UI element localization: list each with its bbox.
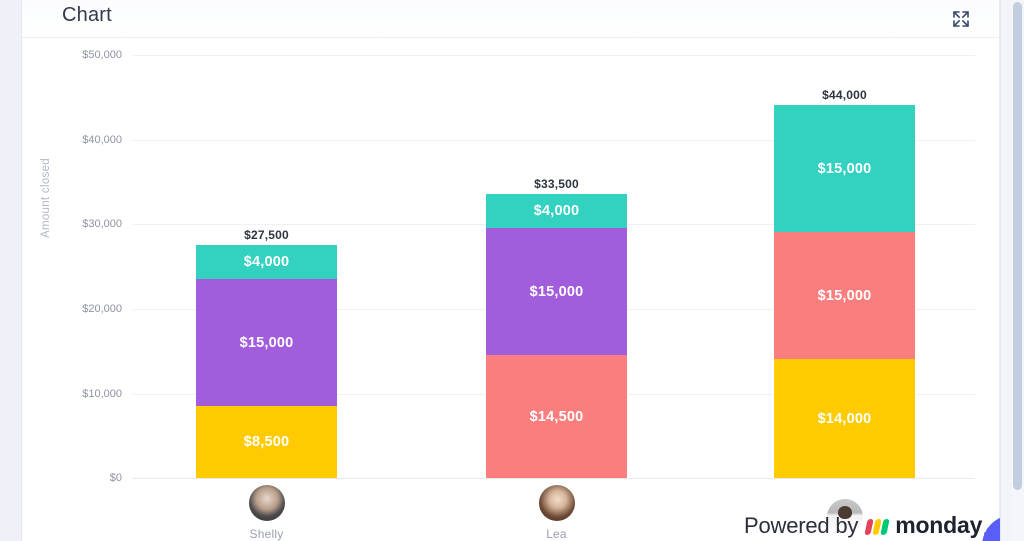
bar-segment-1-0[interactable]: $14,500 [486, 355, 627, 478]
bar-segment-2-1[interactable]: $15,000 [774, 232, 915, 359]
x-axis-category-0[interactable]: Shelly [196, 485, 337, 541]
x-axis-category-1[interactable]: Lea [486, 485, 627, 541]
avatar-lea[interactable] [538, 485, 575, 521]
bar-segment-0-2[interactable]: $4,000 [196, 245, 337, 279]
bar-group-1[interactable]: $33,500 $4,000 $15,000 $14,500 [486, 177, 627, 478]
bar-segment-2-2[interactable]: $15,000 [774, 105, 915, 232]
bar-segment-0-1[interactable]: $15,000 [196, 279, 337, 406]
chart-card: Chart Amount closed $50,000 $40,000 $30,… [22, 0, 1000, 541]
watermark-brand: monday [895, 512, 983, 538]
bar-segment-1-1[interactable]: $15,000 [486, 228, 627, 355]
page-title: Chart [62, 4, 112, 26]
bar-total-label-2: $44,000 [822, 88, 867, 102]
avatar-shelly[interactable] [248, 485, 285, 521]
bars-layer: $27,500 $4,000 $15,000 $8,500 $33,500 $4… [22, 38, 1000, 541]
bar-stack-0[interactable]: $4,000 $15,000 $8,500 [196, 245, 337, 478]
page-scrollbar-thumb[interactable] [1013, 2, 1022, 490]
bar-segment-2-0[interactable]: $14,000 [774, 359, 915, 478]
bar-total-label-0: $27,500 [244, 228, 289, 242]
bar-segment-1-2[interactable]: $4,000 [486, 194, 627, 228]
powered-by-monday-watermark: Powered by monday .com [744, 512, 1009, 539]
chart-card-header: Chart [22, 0, 999, 38]
bar-group-2[interactable]: $44,000 $15,000 $15,000 $14,000 [774, 88, 915, 478]
page-gutter-left [0, 0, 22, 541]
x-axis-label-0: Shelly [249, 527, 284, 541]
watermark-prefix: Powered by [744, 512, 859, 538]
expand-fullscreen-icon[interactable] [948, 6, 974, 32]
monday-logo-icon [864, 517, 890, 535]
page-scrollbar-track[interactable] [1011, 0, 1024, 541]
page-root: Chart Amount closed $50,000 $40,000 $30,… [0, 0, 1024, 541]
chart-plot-area: Amount closed $50,000 $40,000 $30,000 $2… [22, 38, 1000, 541]
x-axis-label-1: Lea [546, 527, 567, 541]
bar-stack-1[interactable]: $4,000 $15,000 $14,500 [486, 194, 627, 478]
bar-stack-2[interactable]: $15,000 $15,000 $14,000 [774, 105, 915, 478]
bar-group-0[interactable]: $27,500 $4,000 $15,000 $8,500 [196, 228, 337, 478]
bar-segment-0-0[interactable]: $8,500 [196, 406, 337, 478]
page-gutter-right [1000, 0, 1024, 541]
bar-total-label-1: $33,500 [534, 177, 579, 191]
